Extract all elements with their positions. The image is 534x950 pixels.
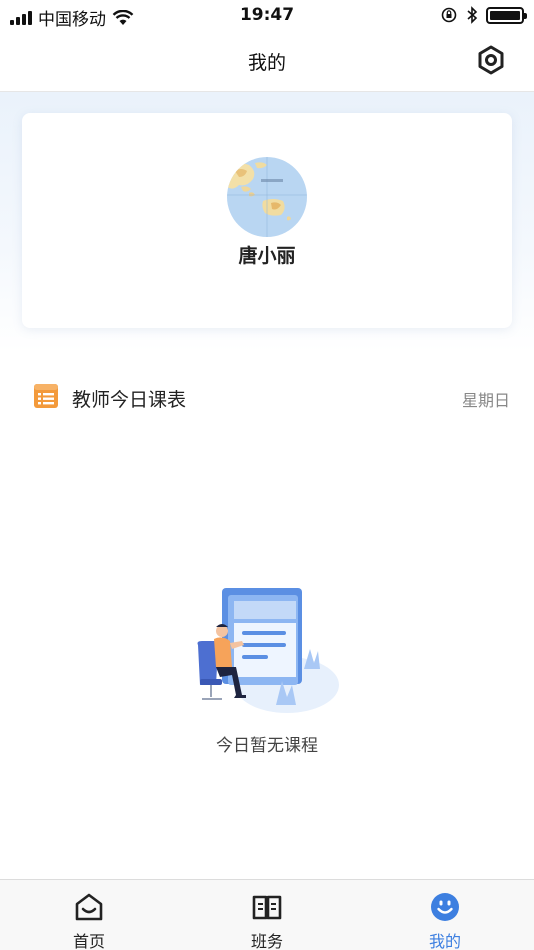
schedule-title: 教师今日课表 [72, 389, 187, 411]
tab-class-affairs[interactable]: 班务 [178, 880, 356, 950]
gear-hexagon-icon [478, 45, 504, 75]
tab-class-affairs-label: 班务 [250, 932, 283, 950]
tab-mine-label: 我的 [428, 932, 461, 950]
tab-mine[interactable]: 我的 [356, 880, 534, 950]
tab-bar: 首页 班务 我的 [0, 879, 534, 950]
status-right [440, 6, 527, 24]
user-name: 唐小丽 [238, 245, 296, 267]
tab-home[interactable]: 首页 [0, 880, 178, 950]
avatar[interactable] [227, 157, 307, 237]
schedule-day: 星期日 [461, 391, 510, 410]
battery-icon [486, 6, 527, 24]
tab-home-label: 首页 [72, 932, 105, 950]
home-icon [75, 893, 103, 921]
rotation-lock-icon [441, 7, 457, 23]
empty-schedule-illustration [192, 585, 342, 715]
page-title: 我的 [247, 52, 286, 74]
world-map-avatar [227, 157, 307, 237]
list-icon [33, 383, 59, 409]
book-icon [252, 895, 282, 920]
nav-bar: 我的 [0, 30, 534, 92]
schedule-header: 教师今日课表 星期日 [0, 372, 534, 422]
empty-schedule-text: 今日暂无课程 [216, 736, 318, 756]
profile-card[interactable]: 唐小丽 [22, 113, 512, 328]
smiley-icon [431, 893, 459, 921]
bluetooth-icon [467, 6, 478, 24]
status-bar: 中国移动 19:47 [0, 0, 534, 30]
settings-button[interactable] [476, 44, 506, 76]
